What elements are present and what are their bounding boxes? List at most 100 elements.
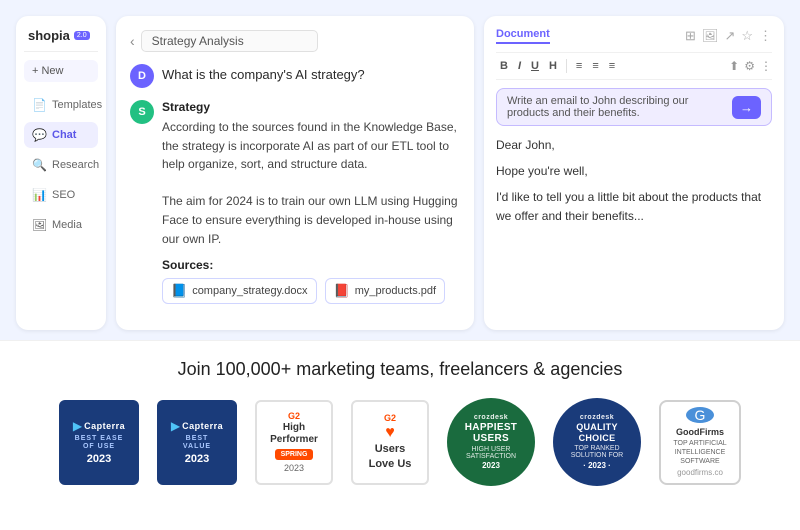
- crozdesk-happiest-year: 2023: [482, 461, 500, 470]
- align-center-button[interactable]: ≡: [588, 58, 602, 74]
- pdf-icon: 📕: [334, 283, 350, 299]
- capterra-ease-label: BEST EASEOF USE: [75, 435, 124, 452]
- user-question: D What is the company's AI strategy?: [130, 64, 460, 88]
- sidebar-item-media[interactable]: 🖼 Media: [24, 212, 98, 238]
- badges-row: ▶ Capterra BEST EASEOF USE 2023 ▶ Capter…: [59, 398, 741, 486]
- chat-icon: 💬: [32, 128, 46, 142]
- goodfirms-icon: G: [686, 407, 714, 423]
- settings-icon[interactable]: ⚙: [744, 59, 755, 73]
- capterra-logo-1: ▶ Capterra: [73, 419, 125, 433]
- source-name-pdf: my_products.pdf: [355, 285, 436, 297]
- crozdesk-logo-happy: crozdesk: [474, 414, 508, 421]
- media-icon: 🖼: [32, 218, 46, 232]
- chat-panel: ‹ D What is the company's AI strategy? S…: [116, 16, 474, 330]
- badge-crozdesk-quality: crozdesk QUALITYCHOICE TOP RANKED SOLUTI…: [553, 398, 641, 486]
- capterra-value-label: BESTVALUE: [183, 435, 211, 452]
- goodfirms-sub: TOP ARTIFICIALINTELLIGENCE SOFTWARE: [669, 439, 731, 466]
- crozdesk-quality-sub: TOP RANKED SOLUTION FOR: [561, 445, 633, 459]
- capterra-name-1: Capterra: [84, 421, 125, 431]
- align-right-button[interactable]: ≡: [605, 58, 619, 74]
- crozdesk-quality-year: · 2023 ·: [583, 461, 611, 470]
- ai-prompt-bar[interactable]: Write an email to John describing our pr…: [496, 88, 772, 126]
- doc-line-3: I'd like to tell you a little bit about …: [496, 188, 772, 228]
- crozdesk-happiest-sub: HIGH USER SATISFACTION: [455, 446, 527, 460]
- answer-block: S Strategy According to the sources foun…: [130, 100, 460, 304]
- capterra-name-2: Capterra: [182, 421, 223, 431]
- logo-text: shopia: [28, 28, 70, 43]
- marketing-headline: Join 100,000+ marketing teams, freelance…: [178, 359, 623, 380]
- toolbar-right-icons: ⬆ ⚙ ⋮: [729, 59, 772, 73]
- upload-icon[interactable]: ⬆: [729, 59, 739, 73]
- share-icon[interactable]: ↗: [724, 28, 735, 44]
- toolbar: B I U H ≡ ≡ ≡ ⬆ ⚙ ⋮: [496, 52, 772, 80]
- doc-line-2: Hope you're well,: [496, 162, 772, 182]
- app-section: shopia 2.0 + New 📄 Templates 💬 Chat 🔍 Re…: [0, 0, 800, 340]
- research-icon: 🔍: [32, 158, 46, 172]
- g2-spring-label: SPRING: [275, 449, 314, 460]
- g2-logo-hp: G2: [288, 411, 300, 421]
- g2-love-text: UsersLove Us: [369, 442, 412, 471]
- source-name-docx: company_strategy.docx: [192, 285, 307, 297]
- document-panel: Document ⊞ 🖼 ↗ ☆ ⋮ B I U H ≡ ≡ ≡: [484, 16, 784, 330]
- sidebar-item-chat[interactable]: 💬 Chat: [24, 122, 98, 148]
- grid-icon[interactable]: ⊞: [685, 28, 696, 44]
- sidebar-item-seo[interactable]: 📊 SEO: [24, 182, 98, 208]
- templates-icon: 📄: [32, 98, 46, 112]
- sidebar-item-label: Templates: [52, 99, 102, 111]
- back-button[interactable]: ‹: [130, 33, 135, 49]
- heading-button[interactable]: H: [545, 58, 561, 74]
- bold-button[interactable]: B: [496, 58, 512, 74]
- user-avatar: D: [130, 64, 154, 88]
- document-tab[interactable]: Document: [496, 28, 550, 44]
- capterra-logo-2: ▶ Capterra: [171, 419, 223, 433]
- image-icon[interactable]: 🖼: [702, 28, 719, 44]
- underline-button[interactable]: U: [527, 58, 543, 74]
- goodfirms-name: GoodFirms: [676, 427, 724, 437]
- badge-goodfirms: G GoodFirms TOP ARTIFICIALINTELLIGENCE S…: [659, 400, 741, 485]
- answer-title: Strategy: [162, 100, 460, 114]
- sidebar: shopia 2.0 + New 📄 Templates 💬 Chat 🔍 Re…: [16, 16, 106, 330]
- ai-send-button[interactable]: →: [732, 96, 761, 119]
- toolbar-more-icon[interactable]: ⋮: [760, 59, 772, 73]
- g2-hp-year: 2023: [284, 463, 304, 473]
- source-badges: 📘 company_strategy.docx 📕 my_products.pd…: [162, 278, 460, 304]
- capterra-value-year: 2023: [185, 453, 209, 465]
- doc-top-bar: Document ⊞ 🖼 ↗ ☆ ⋮: [496, 28, 772, 44]
- sidebar-item-label: Chat: [52, 129, 76, 141]
- toolbar-separator: [566, 59, 567, 73]
- source-badge-pdf[interactable]: 📕 my_products.pdf: [325, 278, 446, 304]
- sources-label: Sources:: [162, 258, 460, 272]
- more-icon[interactable]: ⋮: [759, 28, 772, 44]
- star-icon[interactable]: ☆: [741, 28, 753, 44]
- sidebar-item-label: SEO: [52, 189, 75, 201]
- capterra-arrow-icon-2: ▶: [171, 419, 180, 433]
- sidebar-item-templates[interactable]: 📄 Templates: [24, 92, 98, 118]
- breadcrumb-input[interactable]: [141, 30, 318, 52]
- source-badge-docx[interactable]: 📘 company_strategy.docx: [162, 278, 317, 304]
- word-icon: 📘: [171, 283, 187, 299]
- italic-button[interactable]: I: [514, 58, 525, 74]
- badge-g2-love: G2 ♥ UsersLove Us: [351, 400, 429, 485]
- capterra-ease-year: 2023: [87, 453, 111, 465]
- seo-icon: 📊: [32, 188, 46, 202]
- badge-crozdesk-happiest: crozdesk HAPPIESTUSERS HIGH USER SATISFA…: [447, 398, 535, 486]
- question-text: What is the company's AI strategy?: [162, 64, 365, 82]
- marketing-section: Join 100,000+ marketing teams, freelance…: [0, 340, 800, 530]
- goodfirms-url: goodfirms.co: [677, 468, 723, 477]
- document-body: Dear John, Hope you're well, I'd like to…: [496, 136, 772, 233]
- ai-prompt-text: Write an email to John describing our pr…: [507, 95, 726, 119]
- heart-icon: ♥: [385, 424, 395, 442]
- logo-area: shopia 2.0: [24, 28, 98, 52]
- g2-hp-text: HighPerformer: [270, 422, 318, 446]
- new-button[interactable]: + New: [24, 60, 98, 82]
- capterra-arrow-icon: ▶: [73, 419, 82, 433]
- badge-capterra-value: ▶ Capterra BESTVALUE 2023: [157, 400, 237, 485]
- breadcrumb-bar: ‹: [130, 30, 460, 52]
- badge-g2-highperformer: G2 HighPerformer SPRING 2023: [255, 400, 333, 485]
- sidebar-item-label: Research: [52, 159, 99, 171]
- align-left-button[interactable]: ≡: [572, 58, 586, 74]
- crozdesk-logo-quality: crozdesk: [580, 414, 614, 421]
- answer-body: According to the sources found in the Kn…: [162, 118, 460, 248]
- sidebar-item-research[interactable]: 🔍 Research: [24, 152, 98, 178]
- ai-avatar: S: [130, 100, 154, 124]
